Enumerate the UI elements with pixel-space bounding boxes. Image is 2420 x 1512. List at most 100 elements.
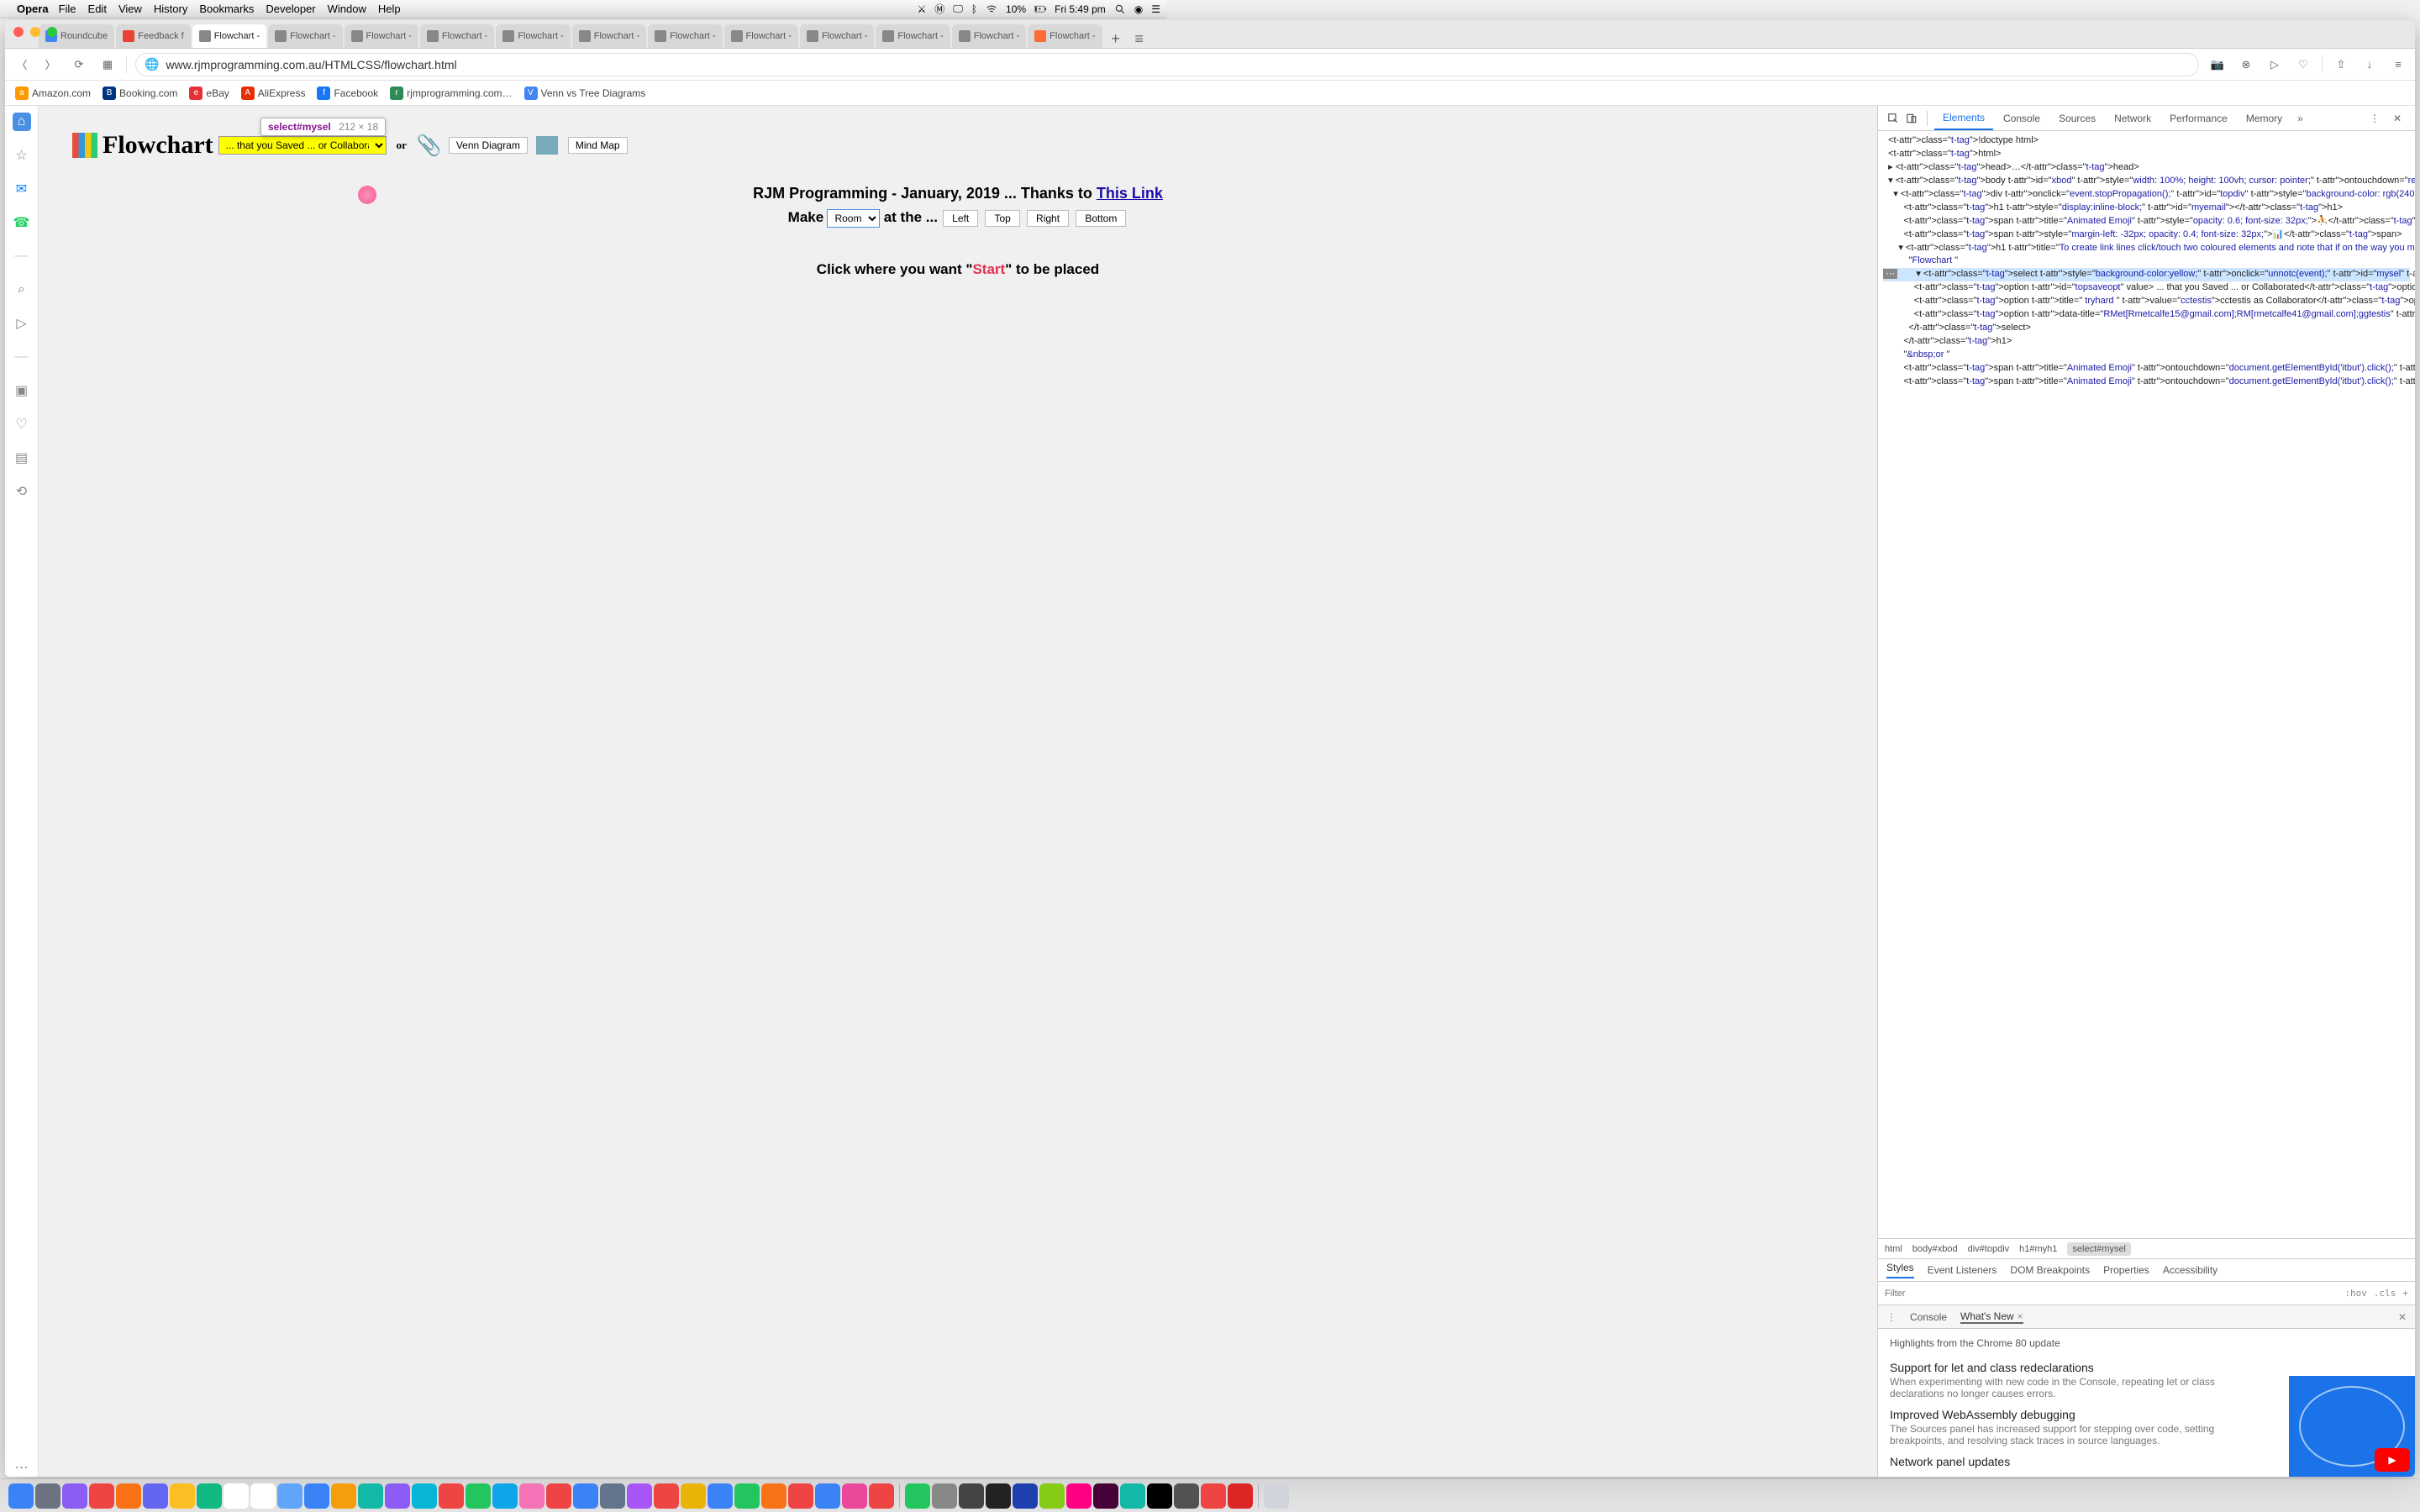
status-icon[interactable]: ⚔ <box>917 3 926 15</box>
room-select[interactable]: Room <box>827 209 880 228</box>
menu-window[interactable]: Window <box>328 3 366 15</box>
breadcrumb-item[interactable]: body#xbod <box>1912 1244 1958 1254</box>
breadcrumb-item[interactable]: h1#myh1 <box>2019 1244 2057 1254</box>
left-button[interactable]: Left <box>943 210 978 227</box>
dock-icon[interactable] <box>412 1483 437 1509</box>
tab-dom-breakpoints[interactable]: DOM Breakpoints <box>2010 1264 2090 1276</box>
dock-icon[interactable] <box>627 1483 652 1509</box>
bookmark-item[interactable]: AAliExpress <box>241 87 306 100</box>
this-link[interactable]: This Link <box>1097 185 1163 202</box>
paperclip-icon[interactable]: 📎 <box>417 134 442 158</box>
dock-icon[interactable] <box>35 1483 60 1509</box>
browser-tab[interactable]: Flowchart - <box>420 24 494 48</box>
forward-button[interactable]: 〉 <box>40 55 60 75</box>
browser-tab[interactable]: Flowchart - <box>192 24 266 48</box>
browser-tab[interactable]: Feedback f <box>116 24 190 48</box>
dock-icon[interactable] <box>519 1483 544 1509</box>
browser-tab[interactable]: Flowchart - <box>648 24 722 48</box>
adblock-button[interactable]: ⊗ <box>2236 55 2256 75</box>
settings-icon[interactable]: ⋯ <box>13 1458 31 1477</box>
dock-icon[interactable] <box>1093 1483 1118 1509</box>
dock-icon[interactable] <box>1066 1483 1092 1509</box>
address-bar[interactable]: 🌐 www.rjmprogramming.com.au/HTMLCSS/flow… <box>135 53 2199 76</box>
dock-icon[interactable] <box>277 1483 302 1509</box>
dock-icon[interactable] <box>89 1483 114 1509</box>
browser-tab[interactable]: Flowchart - <box>345 24 418 48</box>
dock-icon[interactable] <box>734 1483 760 1509</box>
dock-icon[interactable] <box>654 1483 679 1509</box>
drawer-whatsnew-tab[interactable]: What's New× <box>1960 1310 2023 1324</box>
bookmark-item[interactable]: eeBay <box>189 87 229 100</box>
device-toggle-icon[interactable] <box>1903 110 1920 127</box>
status-icon[interactable]: Ⓜ <box>934 2 944 16</box>
back-button[interactable]: 〈 <box>12 55 32 75</box>
browser-tab[interactable]: Flowchart - <box>496 24 570 48</box>
breadcrumb-item[interactable]: div#topdiv <box>1968 1244 2010 1254</box>
bluetooth-icon[interactable]: ᛒ <box>971 3 977 15</box>
dock-icon[interactable] <box>439 1483 464 1509</box>
spotlight-icon[interactable] <box>1114 3 1126 15</box>
tab-accessibility[interactable]: Accessibility <box>2163 1264 2217 1276</box>
breadcrumb-item[interactable]: html <box>1885 1244 1902 1254</box>
drawer-menu-icon[interactable]: ⋮ <box>1886 1311 1897 1323</box>
tab-network[interactable]: Network <box>2106 108 2160 129</box>
home-icon[interactable]: ⌂ <box>13 113 31 131</box>
dock-icon[interactable] <box>1039 1483 1065 1509</box>
dock-icon[interactable] <box>788 1483 813 1509</box>
dock-icon[interactable] <box>1013 1483 1038 1509</box>
send-button[interactable]: ▷ <box>2265 55 2285 75</box>
bookmark-item[interactable]: fFacebook <box>317 87 378 100</box>
dock-icon[interactable] <box>224 1483 249 1509</box>
saved-select[interactable]: ... that you Saved ... or Collaborated : <box>218 136 387 155</box>
browser-tab[interactable]: Flowchart - <box>800 24 874 48</box>
dock-icon[interactable] <box>8 1483 34 1509</box>
notification-center-icon[interactable]: ☰ <box>1151 3 1160 15</box>
menu-button[interactable]: ≡ <box>2388 55 2408 75</box>
venn-button[interactable]: Venn Diagram <box>449 137 528 154</box>
breadcrumb-item[interactable]: select#mysel <box>2067 1242 2131 1256</box>
dock-icon[interactable] <box>959 1483 984 1509</box>
bottom-button[interactable]: Bottom <box>1076 210 1126 227</box>
menu-developer[interactable]: Developer <box>266 3 315 15</box>
whatsapp-icon[interactable]: ☎ <box>13 213 31 232</box>
minimize-window-button[interactable] <box>30 27 40 37</box>
dock-icon[interactable] <box>116 1483 141 1509</box>
menu-edit[interactable]: Edit <box>88 3 107 15</box>
mindmap-button[interactable]: Mind Map <box>568 137 628 154</box>
maximize-window-button[interactable] <box>47 27 57 37</box>
dock-icon[interactable] <box>385 1483 410 1509</box>
dock-icon[interactable] <box>1174 1483 1199 1509</box>
browser-tab[interactable]: Flowchart - <box>724 24 798 48</box>
dock-icon[interactable] <box>1201 1483 1226 1509</box>
heart-button[interactable]: ♡ <box>2293 55 2313 75</box>
download-button[interactable]: ↓ <box>2360 55 2380 75</box>
wifi-icon[interactable] <box>986 3 997 15</box>
dock-icon[interactable] <box>869 1483 894 1509</box>
page-viewport[interactable]: select#mysel 212 × 18 Flowchart ... that… <box>39 106 1877 1477</box>
dock-icon[interactable] <box>331 1483 356 1509</box>
browser-tab[interactable]: Flowchart - <box>572 24 646 48</box>
dock-icon[interactable] <box>932 1483 957 1509</box>
tab-styles[interactable]: Styles <box>1886 1262 1914 1278</box>
drawer-console-tab[interactable]: Console <box>1910 1311 1947 1323</box>
siri-icon[interactable]: ◉ <box>1134 3 1143 15</box>
dock-icon[interactable] <box>986 1483 1011 1509</box>
menu-history[interactable]: History <box>154 3 187 15</box>
devtools-close-icon[interactable]: ✕ <box>2393 113 2408 124</box>
dock-icon[interactable] <box>358 1483 383 1509</box>
browser-tab[interactable]: Flowchart - <box>952 24 1026 48</box>
more-tabs-icon[interactable]: » <box>2297 113 2303 124</box>
dock-icon[interactable] <box>1147 1483 1172 1509</box>
dock-icon[interactable] <box>1120 1483 1145 1509</box>
dock-icon[interactable] <box>815 1483 840 1509</box>
browser-tab[interactable]: Flowchart - <box>876 24 950 48</box>
tab-sources[interactable]: Sources <box>2050 108 2104 129</box>
battery-icon[interactable] <box>1034 3 1046 15</box>
reload-button[interactable]: ⟳ <box>69 55 89 75</box>
hov-toggle[interactable]: :hov <box>2344 1288 2367 1299</box>
add-class-icon[interactable]: + <box>2402 1288 2408 1299</box>
youtube-icon[interactable]: ▶ <box>2375 1448 2410 1472</box>
dock-icon[interactable] <box>546 1483 571 1509</box>
close-icon[interactable]: × <box>2018 1310 2023 1322</box>
dock-icon[interactable] <box>466 1483 491 1509</box>
